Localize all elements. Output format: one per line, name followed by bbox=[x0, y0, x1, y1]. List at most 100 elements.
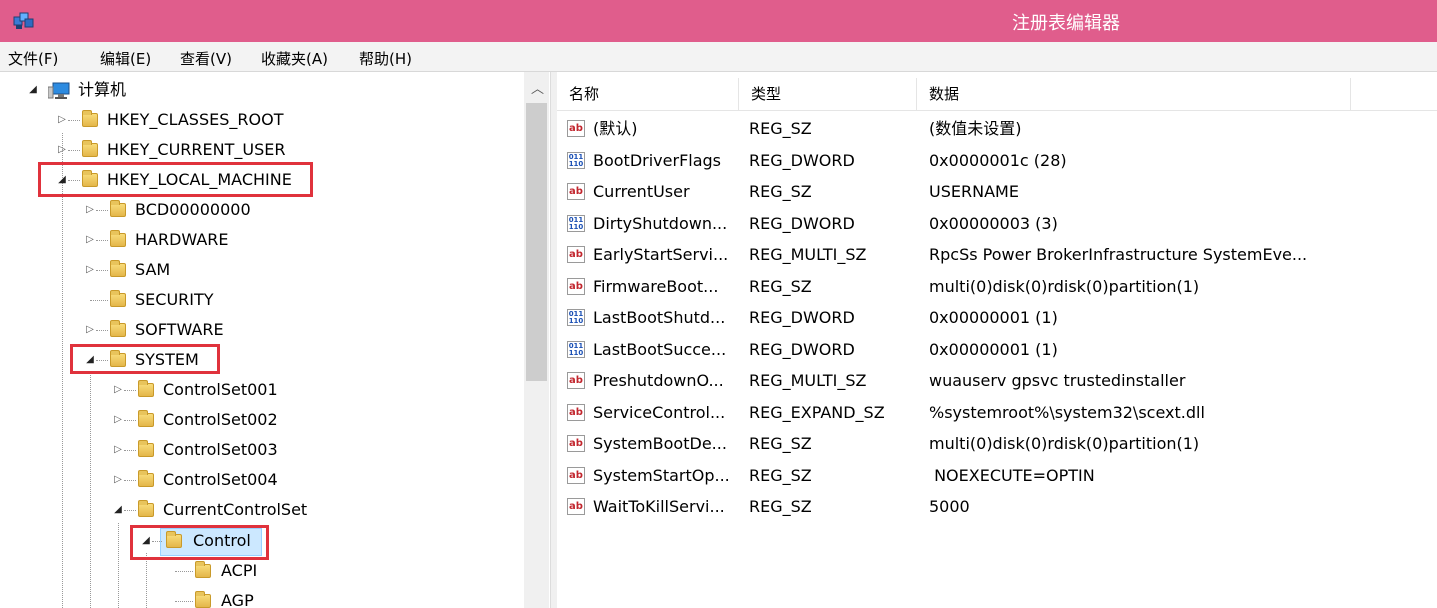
folder-icon bbox=[195, 591, 211, 608]
tree-node-controlset002[interactable]: ▷ ControlSet002 bbox=[0, 406, 540, 434]
expand-icon[interactable]: ▷ bbox=[57, 106, 67, 134]
menu-favorites[interactable]: 收藏夹(A) bbox=[261, 48, 328, 69]
list-item[interactable]: ab CurrentUser REG_SZ USERNAME bbox=[557, 176, 1437, 207]
list-item[interactable]: ab (默认) REG_SZ (数值未设置) bbox=[557, 113, 1437, 144]
string-value-icon: ab bbox=[567, 277, 585, 295]
tree-label: HKEY_CLASSES_ROOT bbox=[107, 110, 284, 129]
tree-node-hkcu[interactable]: ▷ HKEY_CURRENT_USER bbox=[0, 136, 540, 164]
list-item[interactable]: ab ServiceControl... REG_EXPAND_SZ %systemr… bbox=[557, 397, 1437, 428]
value-type: REG_SZ bbox=[749, 276, 812, 296]
expand-icon[interactable]: ▷ bbox=[85, 256, 95, 284]
list-item[interactable]: ab PreshutdownO... REG_MULTI_SZ wuauserv gp… bbox=[557, 365, 1437, 396]
tree-node-software[interactable]: ▷ SOFTWARE bbox=[0, 316, 540, 344]
tree-node-controlset004[interactable]: ▷ ControlSet004 bbox=[0, 466, 540, 494]
tree-node-control[interactable]: ◢ Control bbox=[0, 527, 540, 555]
string-value-icon: ab bbox=[567, 246, 585, 263]
value-type: REG_SZ bbox=[749, 497, 812, 516]
tree-node-controlset003[interactable]: ▷ ControlSet003 bbox=[0, 436, 540, 464]
value-name: BootDriverFlags bbox=[593, 150, 722, 170]
expand-icon[interactable]: ▷ bbox=[113, 436, 123, 464]
binary-value-icon: 011 110 bbox=[567, 214, 585, 232]
expand-icon[interactable]: ▷ bbox=[85, 226, 95, 254]
value-data: 0x00000003 (3) bbox=[929, 213, 1058, 233]
tree-label: CurrentControlSet bbox=[163, 500, 308, 519]
folder-icon bbox=[110, 260, 126, 277]
value-name: FirmwareBoot... bbox=[593, 276, 719, 296]
value-data: 0x00000001 (1) bbox=[929, 339, 1058, 359]
column-header-data[interactable]: 数据 bbox=[917, 78, 1351, 110]
value-type: REG_SZ bbox=[749, 119, 812, 138]
tree-scrollbar[interactable]: ︿ bbox=[524, 72, 549, 608]
tree-node-sam[interactable]: ▷ SAM bbox=[0, 256, 540, 284]
value-name: PreshutdownO... bbox=[593, 371, 724, 390]
tree-node-hardware[interactable]: ▷ HARDWARE bbox=[0, 226, 540, 254]
folder-icon bbox=[110, 290, 126, 307]
list-item[interactable]: ab FirmwareBoot... REG_SZ multi(0)disk(0)rd… bbox=[557, 271, 1437, 302]
menu-file[interactable]: 文件(F) bbox=[8, 48, 58, 69]
tree-label: SOFTWARE bbox=[135, 320, 224, 339]
column-header-name[interactable]: 名称 bbox=[557, 78, 739, 110]
expand-icon[interactable]: ▷ bbox=[85, 316, 95, 344]
expand-icon[interactable]: ▷ bbox=[113, 406, 123, 434]
tree-label: ControlSet001 bbox=[163, 380, 278, 399]
menu-edit[interactable]: 编辑(E) bbox=[100, 48, 151, 69]
highlight-box-hklm bbox=[38, 162, 313, 197]
tree-node-acpi[interactable]: ACPI bbox=[0, 557, 540, 585]
list-item[interactable]: ab SystemStartOp... REG_SZ NOEXECUTE=OPTIN bbox=[557, 460, 1437, 491]
list-item[interactable]: ab EarlyStartServi... REG_MULTI_SZ RpcSs Po… bbox=[557, 239, 1437, 270]
tree-label: SAM bbox=[135, 260, 171, 279]
folder-icon bbox=[195, 561, 211, 578]
tree-guide-line bbox=[124, 390, 136, 391]
folder-icon bbox=[138, 440, 154, 457]
value-type: REG_SZ bbox=[749, 434, 812, 453]
tree-node-hkcr[interactable]: ▷ HKEY_CLASSES_ROOT bbox=[0, 106, 540, 134]
tree-node-controlset001[interactable]: ▷ ControlSet001 bbox=[0, 376, 540, 404]
scrollbar-thumb[interactable] bbox=[526, 103, 547, 381]
regedit-icon bbox=[13, 12, 34, 29]
list-item[interactable]: 011 110 LastBootSucce... REG_DWORD 0x0000000… bbox=[557, 334, 1437, 365]
folder-icon bbox=[110, 200, 126, 217]
collapse-icon[interactable]: ◢ bbox=[113, 496, 123, 524]
menu-bar: 文件(F) 编辑(E) 查看(V) 收藏夹(A) 帮助(H) bbox=[0, 42, 1437, 72]
column-header-type[interactable]: 类型 bbox=[739, 78, 917, 110]
value-name: LastBootShutd... bbox=[593, 308, 726, 327]
expand-icon[interactable]: ▷ bbox=[113, 376, 123, 404]
folder-icon bbox=[138, 500, 154, 517]
tree-guide-line bbox=[96, 270, 108, 271]
tree-guide-line bbox=[124, 450, 136, 451]
value-type: REG_SZ bbox=[749, 182, 812, 201]
scroll-up-icon[interactable]: ︿ bbox=[531, 78, 544, 97]
tree-node-currentcontrolset[interactable]: ◢ CurrentControlSet bbox=[0, 496, 540, 524]
collapse-icon[interactable]: ◢ bbox=[28, 76, 38, 104]
values-list[interactable]: 名称 类型 数据 ab (默认) REG_SZ (数值未设置) 011 110 BootDr… bbox=[557, 72, 1437, 608]
expand-icon[interactable]: ▷ bbox=[85, 196, 95, 224]
tree-node-agp[interactable]: AGP bbox=[0, 587, 540, 608]
menu-help[interactable]: 帮助(H) bbox=[359, 48, 412, 69]
value-data: 0x0000001c (28) bbox=[929, 150, 1067, 170]
tree-node-bcd[interactable]: ▷ BCD00000000 bbox=[0, 196, 540, 224]
tree-label: 计算机 bbox=[78, 80, 127, 99]
expand-icon[interactable]: ▷ bbox=[113, 466, 123, 494]
registry-tree[interactable]: ◢ 计算机 ▷ HKEY_CLASSES_ROOT ▷ HKEY_CURRENT… bbox=[0, 72, 550, 608]
list-item[interactable]: 011 110 LastBootShutd... REG_DWORD 0x0000000… bbox=[557, 302, 1437, 333]
folder-icon bbox=[82, 110, 98, 127]
tree-node-computer[interactable]: ◢ 计算机 bbox=[0, 76, 540, 104]
tree-guide-line bbox=[96, 330, 108, 331]
tree-guide-line bbox=[96, 240, 108, 241]
tree-label: AGP bbox=[221, 591, 254, 608]
tree-label: HKEY_CURRENT_USER bbox=[107, 140, 286, 159]
value-name: (默认) bbox=[593, 119, 638, 138]
tree-label: ACPI bbox=[221, 561, 258, 580]
string-value-icon: ab bbox=[567, 498, 585, 515]
value-name: DirtyShutdown... bbox=[593, 213, 728, 233]
expand-icon[interactable]: ▷ bbox=[57, 136, 67, 164]
folder-icon bbox=[138, 470, 154, 487]
list-item[interactable]: 011 110 DirtyShutdown... REG_DWORD 0x0000000… bbox=[557, 208, 1437, 239]
tree-node-security[interactable]: SECURITY bbox=[0, 286, 540, 314]
computer-icon bbox=[48, 82, 70, 99]
list-item[interactable]: ab SystemBootDe... REG_SZ multi(0)disk(0)rd… bbox=[557, 428, 1437, 459]
list-item[interactable]: ab WaitToKillServi... REG_SZ 5000 bbox=[557, 491, 1437, 522]
list-item[interactable]: 011 110 BootDriverFlags REG_DWORD 0x0000001c… bbox=[557, 145, 1437, 176]
menu-view[interactable]: 查看(V) bbox=[180, 48, 232, 69]
tree-guide-line bbox=[68, 150, 80, 151]
